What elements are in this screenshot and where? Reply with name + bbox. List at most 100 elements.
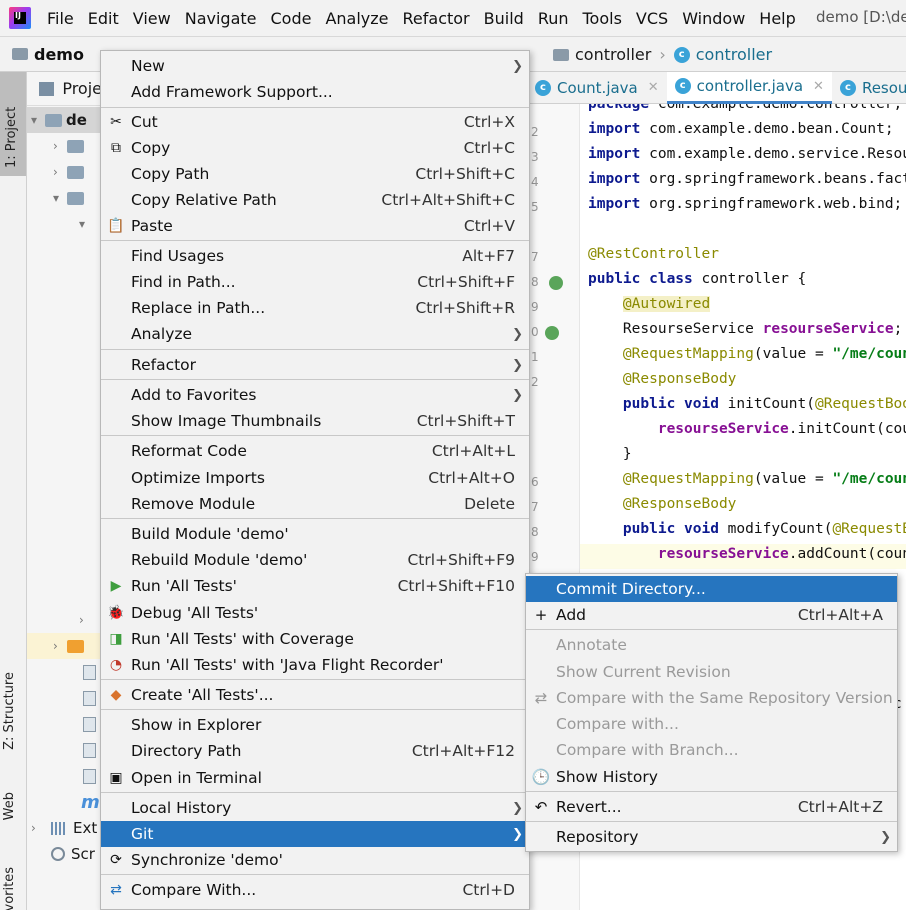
breadcrumb-project[interactable]: demo — [34, 45, 84, 64]
submenu-item-repository[interactable]: Repository ❯ — [526, 824, 897, 850]
tree-row[interactable]: › — [27, 607, 102, 633]
submenu-item-show-history[interactable]: 🕒 Show History — [526, 764, 897, 790]
project-panel-title[interactable]: Proje — [62, 79, 102, 98]
menu-edit[interactable]: Edit — [88, 9, 119, 28]
menu-view[interactable]: View — [133, 9, 171, 28]
left-tool-strip: 1: Project Z: Structure Web vorites — [0, 72, 27, 910]
menu-item-shortcut: Ctrl+X — [463, 113, 515, 131]
menu-item-run-all-tests[interactable]: ▶ Run 'All Tests' Ctrl+Shift+F10 — [101, 573, 529, 599]
breadcrumb-class[interactable]: controller — [696, 45, 772, 64]
menu-item-label: Analyze — [131, 325, 193, 343]
tree-row[interactable] — [27, 711, 102, 737]
menu-refactor[interactable]: Refactor — [403, 9, 470, 28]
menu-item-rebuild-module[interactable]: Rebuild Module 'demo' Ctrl+Shift+F9 — [101, 547, 529, 573]
submenu-item-add[interactable]: + Add Ctrl+Alt+A — [526, 602, 897, 628]
menu-build[interactable]: Build — [484, 9, 524, 28]
submenu-arrow-icon: ❯ — [512, 387, 523, 403]
menu-item-run-with-jfr[interactable]: ◔ Run 'All Tests' with 'Java Flight Recor… — [101, 652, 529, 678]
tree-row-root[interactable]: ▾ de — [27, 107, 102, 133]
code-line: import com.example.demo.bean.Count; — [588, 121, 894, 137]
tree-row[interactable]: m — [27, 789, 102, 815]
menu-item-directory-path[interactable]: Directory Path Ctrl+Alt+F12 — [101, 738, 529, 764]
menu-item-git[interactable]: Git ❯ — [101, 821, 529, 847]
menu-item-open-in-terminal[interactable]: ▣ Open in Terminal — [101, 765, 529, 791]
collapse-arrow-icon: › — [79, 613, 84, 627]
menu-item-show-in-explorer[interactable]: Show in Explorer — [101, 712, 529, 738]
menu-item-copy-relative-path[interactable]: Copy Relative Path Ctrl+Alt+Shift+C — [101, 187, 529, 213]
tab-project-tool[interactable]: 1: Project — [0, 72, 26, 176]
menu-run[interactable]: Run — [538, 9, 569, 28]
menu-item-find-usages[interactable]: Find Usages Alt+F7 — [101, 243, 529, 269]
tree-row[interactable]: ▾ — [27, 211, 102, 237]
menu-item-new[interactable]: New ❯ — [101, 53, 529, 79]
menu-item-synchronize[interactable]: ⟳ Synchronize 'demo' — [101, 847, 529, 873]
menu-item-find-in-path[interactable]: Find in Path... Ctrl+Shift+F — [101, 269, 529, 295]
tree-row-scratches[interactable]: Scr — [27, 841, 102, 867]
tree-row[interactable] — [27, 763, 102, 789]
menu-item-show-image-thumbnails[interactable]: Show Image Thumbnails Ctrl+Shift+T — [101, 408, 529, 434]
tab-favorites-tool[interactable]: vorites — [2, 867, 17, 910]
tab-count-java[interactable]: c Count.java ✕ — [527, 72, 667, 104]
menu-item-create-all-tests[interactable]: ◆ Create 'All Tests'... — [101, 682, 529, 708]
menu-item-label: Run 'All Tests' with Coverage — [131, 630, 354, 648]
menu-item-copy-path[interactable]: Copy Path Ctrl+Shift+C — [101, 161, 529, 187]
submenu-item-annotate: Annotate — [526, 632, 897, 658]
tree-row-external-libraries[interactable]: › Ext — [27, 815, 102, 841]
menu-item-remove-module[interactable]: Remove Module Delete — [101, 491, 529, 517]
autowired-bean-icon[interactable] — [545, 326, 559, 340]
menu-vcs[interactable]: VCS — [636, 9, 668, 28]
menu-item-label: Compare with... — [556, 715, 679, 733]
tab-web-tool[interactable]: Web — [2, 792, 17, 820]
tab-resourse[interactable]: c Resourse — [832, 72, 906, 104]
menu-item-compare-with[interactable]: ⇄ Compare With... Ctrl+D — [101, 877, 529, 903]
menu-code[interactable]: Code — [271, 9, 312, 28]
submenu-item-revert[interactable]: ↶ Revert... Ctrl+Alt+Z — [526, 794, 897, 820]
spring-bean-icon[interactable] — [549, 276, 563, 290]
menu-item-add-to-favorites[interactable]: Add to Favorites ❯ — [101, 382, 529, 408]
menu-item-label: Synchronize 'demo' — [131, 851, 283, 869]
menu-help[interactable]: Help — [759, 9, 795, 28]
menu-item-label: Compare with the Same Repository Version — [556, 689, 893, 707]
menu-item-reformat-code[interactable]: Reformat Code Ctrl+Alt+L — [101, 438, 529, 464]
menu-item-label: Directory Path — [131, 742, 242, 760]
tree-row[interactable] — [27, 685, 102, 711]
tab-controller-java[interactable]: c controller.java ✕ — [666, 71, 832, 104]
breadcrumb-tail: controller › c controller — [553, 45, 772, 64]
close-icon[interactable]: ✕ — [648, 80, 659, 95]
menu-item-copy[interactable]: ⧉ Copy Ctrl+C — [101, 135, 529, 161]
tree-row[interactable] — [27, 659, 102, 685]
code-line: @RequestMapping(value = "/me/count") — [622, 346, 906, 362]
menu-file[interactable]: File — [47, 9, 74, 28]
breadcrumb-folder[interactable]: controller — [575, 45, 651, 64]
tab-structure-tool[interactable]: Z: Structure — [2, 672, 17, 750]
menu-item-run-with-coverage[interactable]: ◨ Run 'All Tests' with Coverage — [101, 626, 529, 652]
menu-item-analyze[interactable]: Analyze ❯ — [101, 321, 529, 347]
menu-item-debug-all-tests[interactable]: 🐞 Debug 'All Tests' — [101, 600, 529, 626]
tree-row[interactable]: › — [27, 159, 102, 185]
menu-item-shortcut: Ctrl+Shift+F — [417, 273, 515, 291]
menu-window[interactable]: Window — [682, 9, 745, 28]
submenu-item-commit-directory[interactable]: Commit Directory... — [526, 576, 897, 602]
close-icon[interactable]: ✕ — [813, 79, 824, 94]
menu-navigate[interactable]: Navigate — [185, 9, 257, 28]
menu-item-add-framework-support[interactable]: Add Framework Support... — [101, 79, 529, 105]
revert-icon: ↶ — [534, 798, 548, 816]
structure-tool-label: Z: Structure — [2, 672, 17, 750]
tree-row[interactable]: ▾ — [27, 185, 102, 211]
tree-row[interactable]: › — [27, 133, 102, 159]
tree-row[interactable] — [27, 737, 102, 763]
menu-analyze[interactable]: Analyze — [325, 9, 388, 28]
menu-item-paste[interactable]: 📋 Paste Ctrl+V — [101, 213, 529, 239]
menu-item-replace-in-path[interactable]: Replace in Path... Ctrl+Shift+R — [101, 295, 529, 321]
external-libraries-label: Ext — [73, 819, 98, 837]
menu-item-optimize-imports[interactable]: Optimize Imports Ctrl+Alt+O — [101, 465, 529, 491]
menu-item-cut[interactable]: ✂ Cut Ctrl+X — [101, 109, 529, 135]
line-number: 1 — [531, 350, 539, 364]
menu-item-build-module[interactable]: Build Module 'demo' — [101, 521, 529, 547]
menu-tools[interactable]: Tools — [583, 9, 622, 28]
line-number: 8 — [531, 525, 539, 539]
tree-row[interactable]: › — [27, 633, 102, 659]
menu-item-refactor[interactable]: Refactor ❯ — [101, 352, 529, 378]
menu-item-local-history[interactable]: Local History ❯ — [101, 795, 529, 821]
menu-item-label: Add to Favorites — [131, 386, 257, 404]
